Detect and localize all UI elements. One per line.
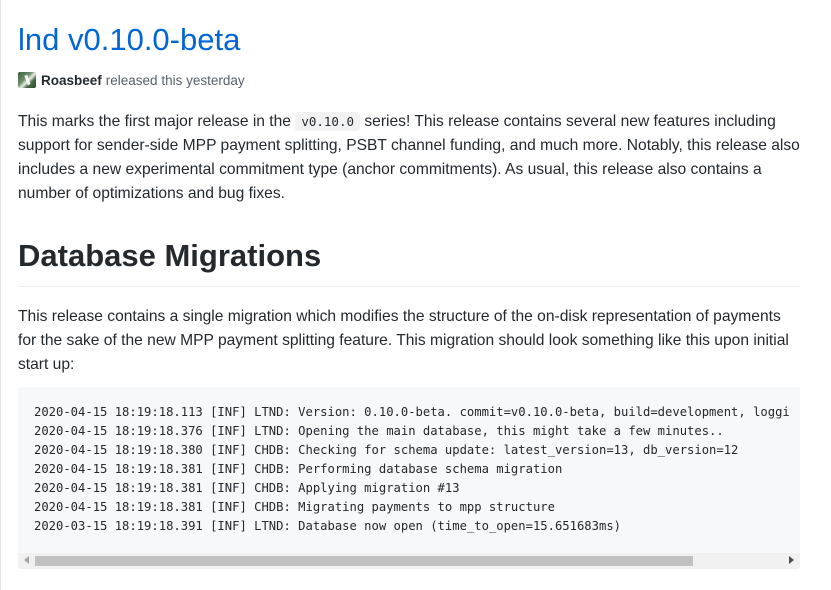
code-line: 2020-04-15 18:19:18.381 [INF] CHDB: Appl… bbox=[34, 481, 460, 495]
inline-code-version: v0.10.0 bbox=[295, 112, 361, 131]
code-line: 2020-04-15 18:19:18.381 [INF] CHDB: Perf… bbox=[34, 462, 563, 476]
code-line: 2020-04-15 18:19:18.113 [INF] LTND: Vers… bbox=[34, 405, 790, 419]
scroll-thumb[interactable] bbox=[35, 556, 693, 566]
release-title-link[interactable]: lnd v0.10.0-beta bbox=[18, 0, 800, 58]
release-meta: Roasbeef released this yesterday bbox=[18, 72, 800, 88]
section-heading: Database Migrations bbox=[18, 236, 800, 287]
page-left-border bbox=[0, 0, 1, 590]
code-line: 2020-04-15 18:19:18.381 [INF] CHDB: Migr… bbox=[34, 500, 555, 514]
author-avatar[interactable] bbox=[18, 72, 36, 88]
author-link[interactable]: Roasbeef bbox=[41, 73, 102, 88]
code-line: 2020-03-15 18:19:18.391 [INF] LTND: Data… bbox=[34, 519, 621, 533]
release-entry: lnd v0.10.0-beta Roasbeef released this … bbox=[18, 0, 800, 393]
scroll-left-arrow-icon[interactable] bbox=[24, 556, 29, 564]
released-text: released this yesterday bbox=[105, 72, 245, 88]
release-intro-paragraph: This marks the first major release in th… bbox=[18, 110, 800, 206]
scroll-right-arrow-icon[interactable] bbox=[789, 556, 794, 564]
intro-text-part1: This marks the first major release in th… bbox=[18, 113, 296, 130]
migration-paragraph: This release contains a single migration… bbox=[18, 308, 789, 373]
code-block[interactable]: 2020-04-15 18:19:18.113 [INF] LTND: Vers… bbox=[18, 387, 800, 569]
code-line: 2020-04-15 18:19:18.380 [INF] CHDB: Chec… bbox=[34, 443, 739, 457]
code-lines: 2020-04-15 18:19:18.113 [INF] LTND: Vers… bbox=[34, 403, 790, 536]
horizontal-scrollbar[interactable] bbox=[18, 553, 800, 569]
code-line: 2020-04-15 18:19:18.376 [INF] LTND: Open… bbox=[34, 424, 724, 438]
